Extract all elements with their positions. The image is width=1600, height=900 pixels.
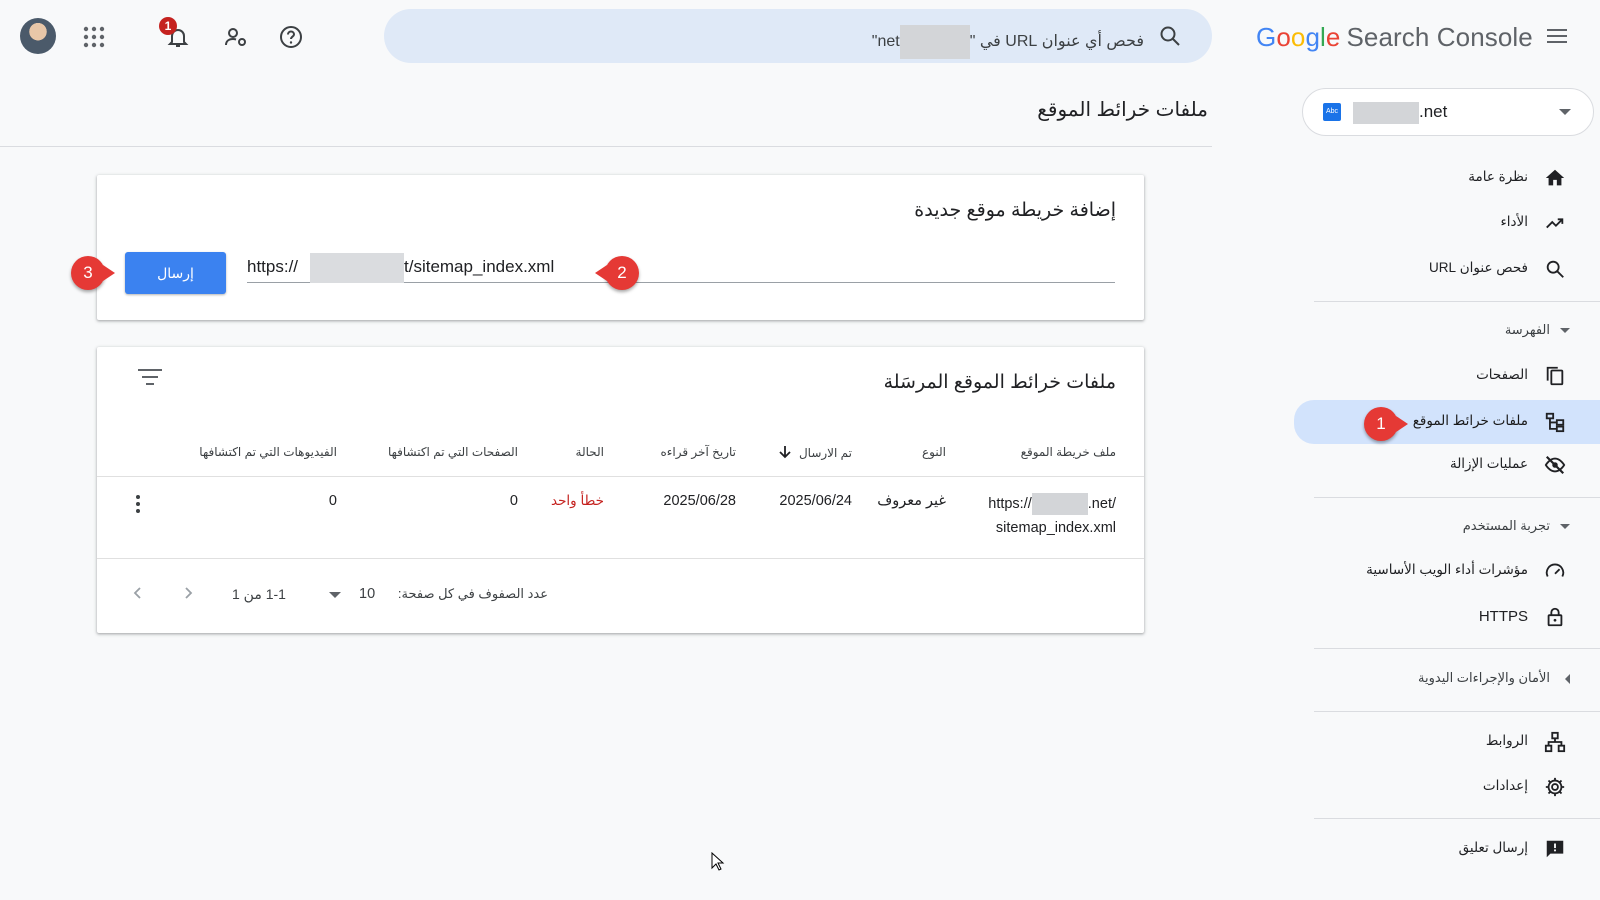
pages-icon [1546,366,1564,386]
sidebar-divider [1314,497,1600,498]
sidebar-item-url-inspection[interactable]: فحص عنوان URL [1290,249,1600,289]
page-range: 1-1 من 1 [232,586,286,602]
pagination: عدد الصفوف في كل صفحة: 10 1-1 من 1 [97,559,1144,633]
search-icon [1546,260,1564,278]
mouse-cursor-icon [711,852,725,871]
add-sitemap-title: إضافة خريطة موقع جديدة [914,200,1116,221]
sidebar-section-indexing[interactable]: الفهرسة [1290,312,1600,348]
sidebar: Abc .net نظرة عامة الأداء فحص عنوان URL … [1290,80,1600,900]
rows-per-page-label: عدد الصفوف في كل صفحة: [397,586,548,601]
property-name: .net [1419,102,1448,121]
column-sitemap[interactable]: ملف خريطة الموقع [1021,445,1116,459]
sidebar-item-links[interactable]: الروابط [1290,722,1600,762]
submitted-sitemaps-title: ملفات خرائط الموقع المرسَلة [883,372,1116,393]
step-marker-1: 1 [1364,407,1408,441]
table-header: ملف خريطة الموقع النوع تم الارسال تاريخ … [97,427,1144,477]
home-icon [1545,169,1565,186]
sidebar-divider [1314,301,1600,302]
column-videos-discovered[interactable]: الفيديوهات التي تم اكتشافها [199,445,337,459]
add-sitemap-card: إضافة خريطة موقع جديدة https:// t/sitema… [71,175,1144,320]
submitted-date: 2025/06/24 [779,493,852,509]
product-name: Search Console [1346,22,1533,52]
sidebar-divider [1314,648,1600,649]
chevron-left-icon[interactable] [131,586,145,600]
redacted-domain [1353,102,1419,124]
property-favicon: Abc [1323,103,1341,121]
sidebar-item-feedback[interactable]: إرسال تعليق [1290,829,1600,869]
sidebar-item-https[interactable]: HTTPS [1290,597,1600,637]
header-divider [0,146,1212,147]
pages-discovered-value: 0 [509,493,518,509]
sidebar-divider [1314,711,1600,712]
eye-off-icon [1544,455,1566,475]
step-marker-2: 2 [595,256,639,290]
url-inspection-search[interactable]: فحص أي عنوان URL في "net" [384,9,1212,63]
chevron-left-icon [1565,674,1570,684]
sidebar-item-settings[interactable]: إعدادات [1290,767,1600,807]
search-icon[interactable] [1158,24,1182,48]
chevron-down-icon [1560,328,1570,333]
last-read-date: 2025/06/28 [663,493,736,509]
redacted-domain [899,25,970,59]
speed-icon [1545,563,1565,577]
chevron-down-icon [329,592,341,598]
trending-up-icon [1546,218,1564,229]
column-status[interactable]: الحالة [576,445,604,459]
sidebar-item-removals[interactable]: عمليات الإزالة [1290,445,1600,485]
sidebar-item-pages[interactable]: الصفحات [1290,356,1600,396]
redacted-domain [310,253,404,283]
chevron-right-icon[interactable] [181,586,195,600]
arrow-down-icon [778,446,791,459]
more-options-icon[interactable] [135,495,141,515]
help-icon[interactable] [274,20,308,54]
type-value: غير معروف [877,493,946,509]
chevron-down-icon [1560,524,1570,529]
sidebar-item-core-web-vitals[interactable]: مؤشرات أداء الويب الأساسية [1290,551,1600,591]
sitemap-url-input[interactable]: https:// t/sitemap_index.xml [247,247,1115,283]
column-last-read[interactable]: تاريخ آخر قراءه [660,445,736,459]
sitemap-path[interactable]: https://.net/ sitemap_index.xml [988,493,1116,536]
search-console-logo[interactable]: Google Search Console [1256,22,1533,53]
submit-button[interactable]: إرسال [125,252,226,294]
feedback-icon [1546,840,1564,858]
manage-users-icon[interactable] [219,20,253,54]
column-pages-discovered[interactable]: الصفحات التي تم اكتشافها [388,445,518,459]
property-selector[interactable]: Abc .net [1302,88,1594,136]
page-title: ملفات خرائط الموقع [1037,99,1208,121]
lock-icon [1547,607,1563,627]
apps-grid-icon[interactable] [77,20,111,54]
table-row[interactable]: https://.net/ sitemap_index.xml غير معرو… [97,477,1144,559]
column-type[interactable]: النوع [922,445,946,459]
gear-icon [1545,777,1565,797]
step-marker-3: 3 [71,256,115,290]
sidebar-section-security[interactable]: الأمان والإجراءات اليدوية [1290,660,1600,696]
rows-per-page-select[interactable]: 10 [329,579,387,607]
sidebar-item-overview[interactable]: نظرة عامة [1290,158,1600,198]
chevron-down-icon [1559,109,1571,115]
status-badge: خطأ واحد [551,493,604,508]
sidebar-section-experience[interactable]: تجربة المستخدم [1290,508,1600,544]
sidebar-divider [1314,818,1600,819]
avatar[interactable] [20,18,56,54]
notification-badge: 1 [159,17,177,35]
column-submitted[interactable]: تم الارسال [778,445,852,460]
submitted-sitemaps-card: ملفات خرائط الموقع المرسَلة ملف خريطة ال… [97,347,1144,633]
sidebar-item-performance[interactable]: الأداء [1290,203,1600,243]
filter-icon[interactable] [137,369,163,393]
search-placeholder: فحص أي عنوان URL في "net" [872,25,1144,59]
sidebar-item-sitemaps[interactable]: ملفات خرائط الموقع [1294,400,1600,444]
videos-discovered-value: 0 [328,493,337,509]
menu-icon[interactable] [1545,25,1569,49]
top-bar: Google Search Console فحص أي عنوان URL في… [0,0,1600,74]
redacted-domain [1031,493,1088,515]
sitemap-icon [1545,412,1565,433]
links-icon [1544,731,1566,753]
